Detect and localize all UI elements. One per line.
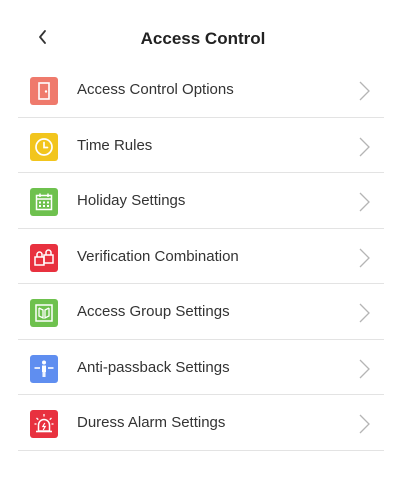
alarm-icon [30, 410, 58, 438]
menu-item-label: Access Control Options [77, 81, 234, 98]
door-icon [30, 77, 58, 105]
menu-item-label: Duress Alarm Settings [77, 414, 226, 431]
menu-item-access-control-options[interactable]: Access Control Options [0, 62, 398, 118]
menu-item-holiday-settings[interactable]: Holiday Settings [0, 173, 398, 229]
chevron-right-icon [357, 302, 371, 324]
chevron-right-icon [357, 136, 371, 158]
menu-item-anti-passback-settings[interactable]: Anti-passback Settings [0, 340, 398, 396]
chevron-right-icon [357, 247, 371, 269]
access-control-screen: Access Control Access Control Options Ti… [0, 0, 398, 498]
settings-menu-list: Access Control Options Time Rules Holida… [0, 62, 398, 451]
anti-passback-icon [30, 354, 58, 383]
page-title: Access Control [140, 29, 266, 48]
chevron-right-icon [357, 358, 371, 380]
menu-item-time-rules[interactable]: Time Rules [0, 118, 398, 174]
chevron-right-icon [357, 413, 371, 435]
menu-item-label: Verification Combination [77, 247, 239, 265]
menu-item-access-group-settings[interactable]: Access Group Settings [0, 284, 398, 340]
menu-item-verification-combination[interactable]: Verification Combination [0, 229, 398, 285]
menu-item-label: Holiday Settings [77, 192, 186, 209]
clock-icon [30, 132, 58, 161]
group-door-icon [30, 299, 58, 327]
menu-item-label: Anti-passback Settings [77, 358, 230, 376]
menu-item-label: Time Rules [77, 136, 153, 154]
menu-item-duress-alarm-settings[interactable]: Duress Alarm Settings [0, 395, 398, 451]
calendar-icon [30, 188, 58, 216]
chevron-right-icon [357, 80, 371, 102]
menu-item-label: Access Group Settings [77, 303, 230, 320]
header: Access Control [0, 0, 398, 62]
chevron-right-icon [357, 191, 371, 213]
locks-icon [30, 243, 58, 272]
